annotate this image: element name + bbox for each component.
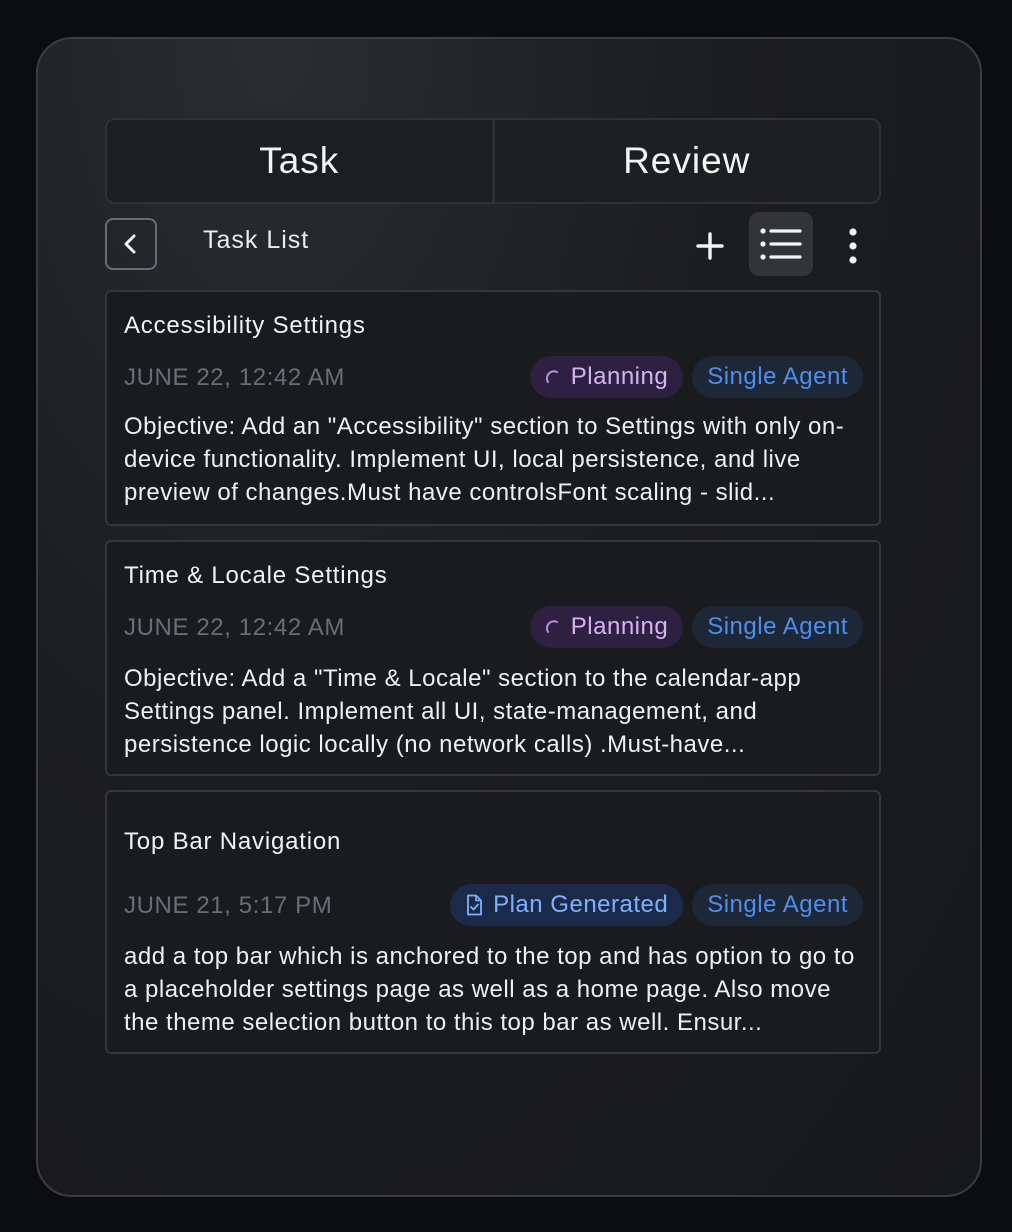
list-view-icon (760, 228, 802, 260)
task-description: Objective: Add a "Time & Locale" section… (124, 665, 802, 758)
status-badge: Planning (529, 356, 684, 398)
status-badge: Plan Generated (450, 884, 684, 926)
task-title: Top Bar Navigation (124, 828, 342, 855)
task-panel: Task Review Task List Accessibility Sett… (36, 37, 982, 1197)
plus-icon (696, 232, 724, 260)
task-badges: Planning Single Agent (529, 606, 863, 648)
agent-badge: Single Agent (692, 606, 863, 648)
task-description: Objective: Add an "Accessibility" sectio… (124, 413, 845, 506)
chevron-left-icon (124, 234, 136, 254)
task-badges: Plan Generated Single Agent (450, 884, 863, 926)
task-date: JUNE 21, 5:17 PM (124, 892, 333, 919)
task-card[interactable]: Accessibility Settings JUNE 22, 12:42 AM… (105, 290, 881, 526)
task-badges: Planning Single Agent (529, 356, 863, 398)
tab-bar: Task Review (105, 118, 881, 204)
more-vertical-icon (849, 228, 857, 264)
more-options-button[interactable] (835, 220, 871, 272)
page-title: Task List (203, 226, 310, 254)
task-description: add a top bar which is anchored to the t… (124, 943, 855, 1036)
status-label: Planning (570, 613, 669, 640)
agent-label: Single Agent (707, 363, 848, 390)
task-list-toolbar: Task List (105, 212, 881, 280)
task-date: JUNE 22, 12:42 AM (124, 614, 345, 641)
spinner-icon (545, 370, 558, 383)
task-title: Accessibility Settings (124, 312, 366, 339)
task-card[interactable]: Time & Locale Settings JUNE 22, 12:42 AM… (105, 540, 881, 776)
task-title: Time & Locale Settings (124, 562, 388, 589)
back-button[interactable] (105, 218, 157, 270)
status-label: Planning (570, 363, 669, 390)
task-card[interactable]: Top Bar Navigation JUNE 21, 5:17 PM Plan… (105, 790, 881, 1054)
list-view-button[interactable] (749, 212, 813, 276)
tab-task[interactable]: Task (107, 120, 492, 202)
agent-label: Single Agent (707, 613, 848, 640)
tab-review[interactable]: Review (491, 120, 879, 202)
agent-badge: Single Agent (692, 356, 863, 398)
status-label: Plan Generated (493, 891, 669, 918)
spinner-icon (545, 620, 558, 633)
document-check-icon (467, 894, 482, 916)
status-badge: Planning (529, 606, 684, 648)
agent-badge: Single Agent (692, 884, 863, 926)
task-date: JUNE 22, 12:42 AM (124, 364, 345, 391)
add-task-button[interactable] (688, 224, 732, 268)
agent-label: Single Agent (707, 891, 848, 918)
